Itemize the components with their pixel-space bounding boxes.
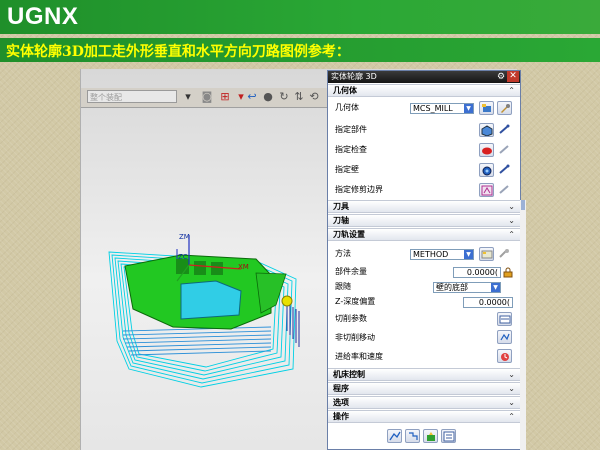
- stock-input[interactable]: 0.0000(: [453, 267, 501, 278]
- section-tool-axis-label: 刀轴: [333, 216, 349, 225]
- dropdown-arrow-icon[interactable]: ▼: [464, 104, 473, 113]
- display-wall-icon[interactable]: [497, 163, 512, 177]
- dialog-title: 实体轮廓 3D: [331, 72, 377, 81]
- close-icon[interactable]: ✕: [507, 71, 519, 82]
- method-label: 方法: [335, 249, 351, 258]
- section-tool-axis-header[interactable]: 刀轴 ⌄: [328, 214, 520, 227]
- dropdown-arrow-icon[interactable]: ▼: [491, 283, 500, 292]
- non-cut-moves-button[interactable]: [497, 330, 512, 344]
- specify-trim-label: 指定修剪边界: [335, 185, 383, 194]
- follow-select-value: 壁的底部: [436, 283, 468, 292]
- axis-label-xm: XM: [238, 263, 249, 271]
- slide-title: UGNX: [7, 3, 79, 30]
- dialog-scrollbar-thumb[interactable]: [521, 200, 525, 210]
- specify-part-label: 指定部件: [335, 125, 367, 134]
- chevron-down-icon[interactable]: ⌄: [508, 369, 515, 381]
- chevron-up-icon[interactable]: ⌃: [508, 85, 515, 97]
- replay-button[interactable]: [405, 429, 420, 443]
- slide-subtitle: 实体轮廓3D加工走外形垂直和水平方向刀路图例参考：: [6, 44, 350, 60]
- display-trim-icon[interactable]: [497, 183, 512, 197]
- edit-method-icon[interactable]: [497, 247, 512, 261]
- section-program-header[interactable]: 程序 ⌄: [328, 382, 520, 395]
- part-slot: [194, 261, 206, 275]
- geometry-select-value: MCS_MILL: [413, 104, 453, 113]
- part-slot: [211, 262, 223, 275]
- lock-icon[interactable]: [501, 266, 516, 280]
- section-tool-label: 刀具: [333, 202, 349, 211]
- list-button[interactable]: [441, 429, 456, 443]
- select-check-button[interactable]: [479, 143, 494, 157]
- section-path-settings-label: 刀轨设置: [333, 230, 365, 239]
- operation-dialog: 实体轮廓 3D ⚙ ✕ 几何体 ⌃ 几何体 MCS_MILL ▼ 指定部件 指定…: [327, 70, 521, 450]
- feeds-speeds-button[interactable]: [497, 349, 512, 363]
- select-part-button[interactable]: [479, 123, 494, 137]
- select-wall-button[interactable]: [479, 163, 494, 177]
- tool-marker-icon: [281, 295, 293, 307]
- section-geometry-label: 几何体: [333, 86, 357, 95]
- chevron-up-icon[interactable]: ⌃: [508, 411, 515, 423]
- section-path-settings-header[interactable]: 刀轨设置 ⌃: [328, 228, 520, 241]
- display-check-icon[interactable]: [497, 143, 512, 157]
- new-method-button[interactable]: [479, 247, 494, 261]
- axis-label-zc: ZC: [178, 253, 188, 261]
- subtitle-bar: 实体轮廓3D加工走外形垂直和水平方向刀路图例参考：: [0, 38, 600, 62]
- zdepth-input[interactable]: 0.0000(: [463, 297, 513, 308]
- cut-params-button[interactable]: [497, 312, 512, 326]
- verify-button[interactable]: [423, 429, 438, 443]
- chevron-down-icon[interactable]: ⌄: [508, 215, 515, 227]
- section-machine-control-label: 机床控制: [333, 370, 365, 379]
- chevron-down-icon[interactable]: ⌄: [508, 397, 515, 409]
- chevron-up-icon[interactable]: ⌃: [508, 229, 515, 241]
- vertical-passes: [286, 303, 300, 347]
- section-geometry-header[interactable]: 几何体 ⌃: [328, 84, 520, 97]
- dropdown-arrow-icon[interactable]: ▼: [464, 250, 473, 259]
- method-select[interactable]: METHOD ▼: [410, 249, 474, 260]
- generate-button[interactable]: [387, 429, 402, 443]
- new-geometry-button[interactable]: [479, 101, 494, 115]
- gear-icon[interactable]: ⚙: [496, 72, 506, 82]
- section-actions-header[interactable]: 操作 ⌃: [328, 410, 520, 423]
- specify-wall-label: 指定壁: [335, 165, 359, 174]
- section-actions-label: 操作: [333, 412, 349, 421]
- geometry-select[interactable]: MCS_MILL ▼: [410, 103, 474, 114]
- section-options-header[interactable]: 选项 ⌄: [328, 396, 520, 409]
- geometry-label: 几何体: [335, 103, 359, 112]
- follow-select[interactable]: 壁的底部 ▼: [433, 282, 501, 293]
- chevron-down-icon[interactable]: ⌄: [508, 383, 515, 395]
- stock-label: 部件余量: [335, 267, 367, 276]
- dialog-scrollbar[interactable]: [520, 200, 526, 450]
- edit-geometry-button[interactable]: [497, 101, 512, 115]
- non-cut-moves-label: 非切削移动: [335, 333, 375, 342]
- section-program-label: 程序: [333, 384, 349, 393]
- chevron-down-icon[interactable]: ⌄: [508, 201, 515, 213]
- method-select-value: METHOD: [413, 250, 449, 259]
- display-part-icon[interactable]: [497, 123, 512, 137]
- title-bar: UGNX: [0, 0, 600, 34]
- specify-check-label: 指定检查: [335, 145, 367, 154]
- cut-params-label: 切削参数: [335, 314, 367, 323]
- zdepth-label: Z-深度偏置: [335, 297, 376, 306]
- select-trim-button[interactable]: [479, 183, 494, 197]
- follow-label: 跟随: [335, 282, 351, 291]
- dialog-titlebar[interactable]: 实体轮廓 3D ⚙ ✕: [328, 71, 520, 83]
- axis-label-zm: ZM: [179, 233, 190, 241]
- section-tool-header[interactable]: 刀具 ⌄: [328, 200, 520, 213]
- section-machine-control-header[interactable]: 机床控制 ⌄: [328, 368, 520, 381]
- part-slot: [176, 259, 189, 274]
- horizontal-passes: [122, 326, 272, 356]
- section-options-label: 选项: [333, 398, 349, 407]
- feeds-speeds-label: 进给率和速度: [335, 352, 383, 361]
- part-side-wall: [255, 272, 287, 314]
